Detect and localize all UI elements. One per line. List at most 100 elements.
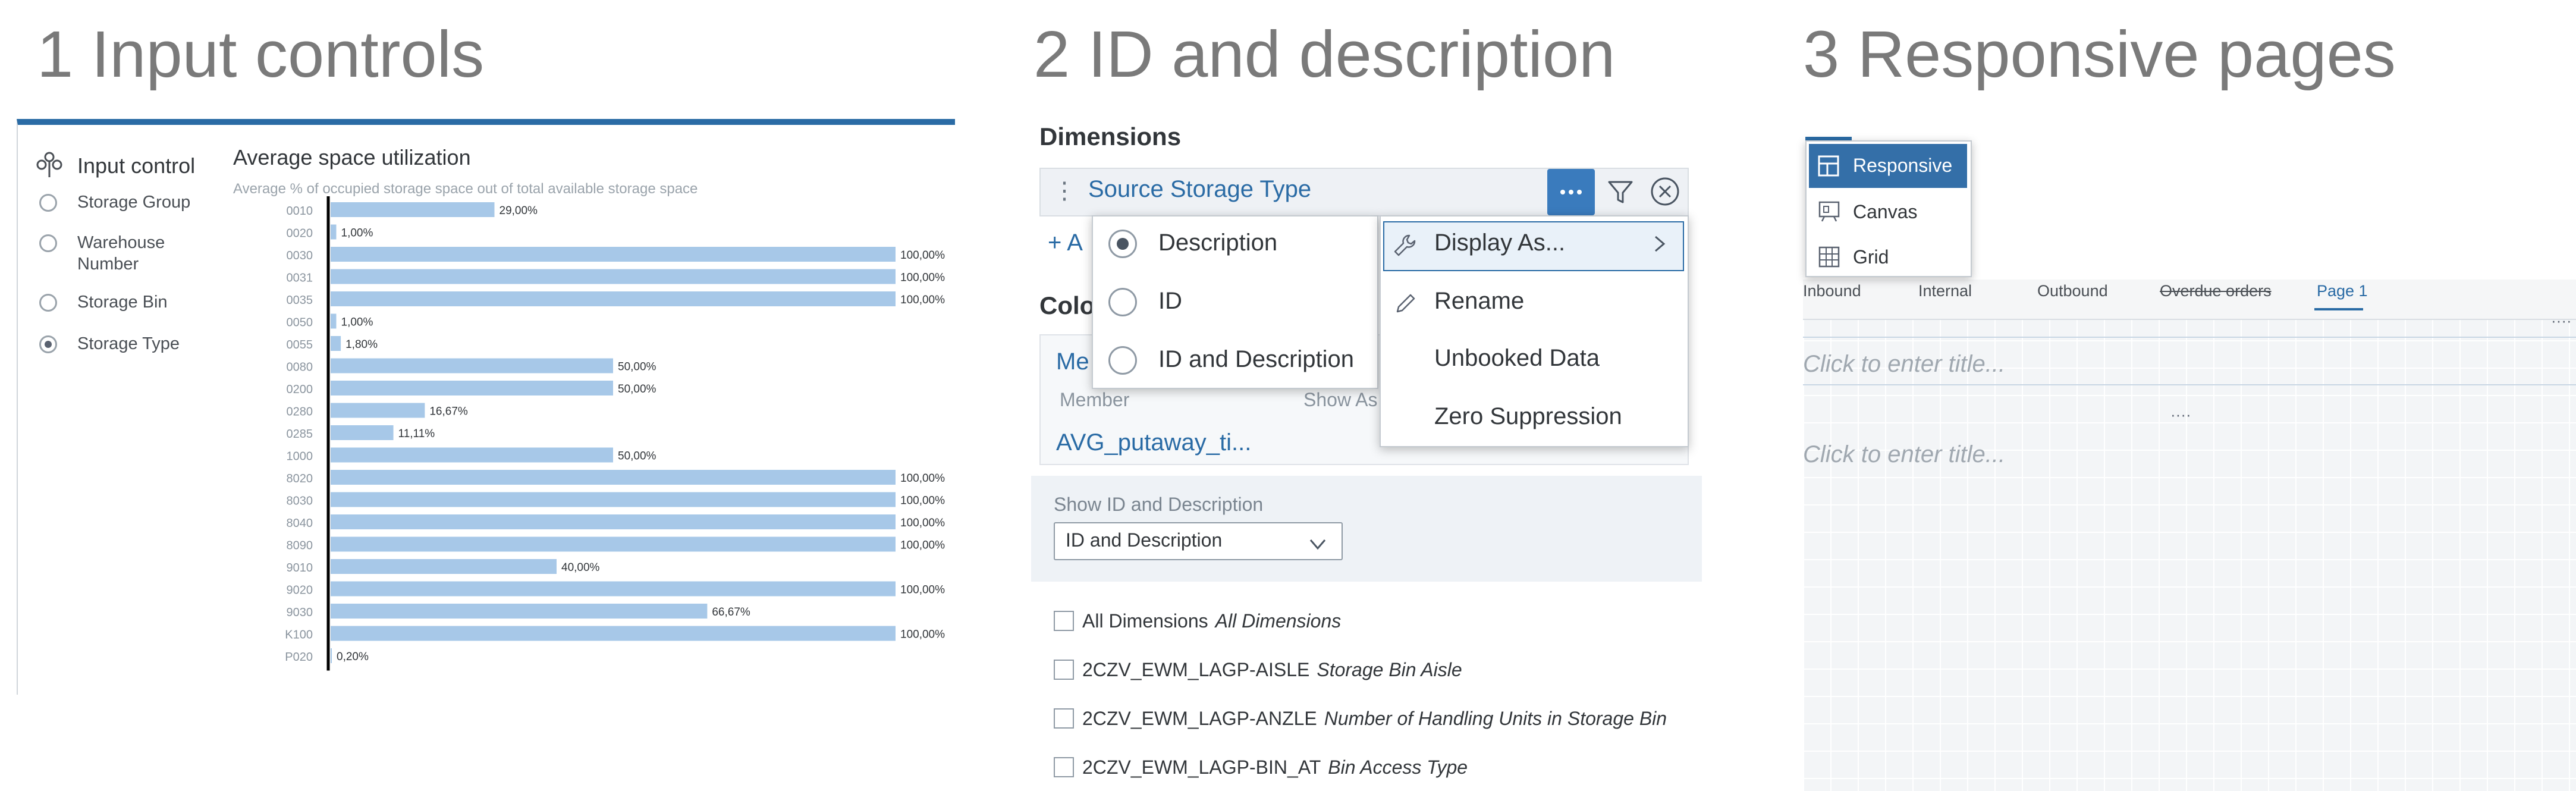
dimension-id: All Dimensions [1082,610,1208,632]
drag-handle-icon[interactable]: ⋮ [1053,177,1076,205]
pencil-icon [1396,294,1415,313]
radio-button[interactable] [1108,288,1137,316]
tab-internal[interactable]: Internal [1918,282,1972,300]
data-label: 100,00% [900,272,945,284]
menu-item-unbooked-data[interactable]: Unbooked Data [1434,345,1600,372]
bar-chart: 0010 29,00% 0020 1,00% 0030 100,00% 0031 100,00… [285,196,945,671]
title-placeholder[interactable]: Click to enter title... [1803,351,2005,378]
category-label: 0285 [287,428,313,441]
bar[interactable] [331,604,708,619]
data-label: 50,00% [618,383,656,396]
dimension-description: Storage Bin Aisle [1317,659,1462,680]
tab-inbound[interactable]: Inbound [1803,282,1861,300]
bar[interactable] [331,224,337,240]
id-description-selected-value[interactable]: ID and Description [1066,529,1222,551]
dimension-description: Number of Handling Units in Storage Bin [1324,708,1667,729]
data-label: 50,00% [618,361,656,373]
checkbox[interactable] [1054,660,1074,680]
data-label: 16,67% [429,406,468,418]
remove-icon[interactable] [1648,175,1682,208]
bar[interactable] [331,514,896,529]
id-description-label: Show ID and Description [1054,494,1264,515]
menu-item-zero-suppression[interactable]: Zero Suppression [1434,403,1622,430]
measure-title: Me [1056,349,1089,375]
input-option-label-line2: Number [77,255,139,274]
tab-overdue-orders[interactable]: Overdue orders [2160,282,2272,300]
bar[interactable] [331,492,896,507]
category-label: 0280 [287,406,313,419]
title-placeholder[interactable]: Click to enter title... [1803,441,2005,468]
bar[interactable] [331,336,341,351]
data-label: 100,00% [900,584,945,597]
resize-handle-icon[interactable]: ···· [2170,406,2191,424]
bar[interactable] [331,381,613,396]
data-label: 0,20% [337,651,369,663]
category-label: 0080 [287,361,313,374]
more-icon[interactable]: ···· [2551,312,2572,330]
dimension-checkbox-row[interactable]: 2CZV_EWM_LAGP-ANZLE Number of Handling Un… [1054,708,1667,730]
bar[interactable] [331,447,613,463]
bar[interactable] [331,291,896,306]
category-label: 0035 [287,294,313,307]
display-option-label: ID [1158,288,1182,314]
tab-outbound[interactable]: Outbound [2037,282,2108,300]
chevron-right-icon [1655,236,1666,252]
dimension-name[interactable]: Source Storage Type [1088,176,1311,203]
menu-item-label[interactable]: Display As... [1434,230,1565,256]
add-dimension-link[interactable]: + A [1048,230,1083,256]
member-value[interactable]: AVG_putaway_ti... [1056,429,1251,456]
layout-option-grid[interactable]: Grid [1853,246,1889,268]
bar[interactable] [331,269,896,284]
input-control-story-panel: Input control Storage Group Warehouse Nu… [17,119,955,695]
layout-option-canvas[interactable]: Canvas [1853,201,1918,223]
divider [1803,384,2576,385]
bar[interactable] [331,202,495,217]
bar[interactable] [331,313,337,329]
bar[interactable] [331,425,394,440]
more-options-button[interactable] [1547,169,1595,215]
category-label: 0031 [287,272,313,285]
tab-page-1[interactable]: Page 1 [2317,282,2368,300]
bar[interactable] [331,470,896,485]
checkbox[interactable] [1054,757,1074,777]
category-label: 0030 [287,249,313,262]
layout-option-label[interactable]: Responsive [1853,155,1952,177]
display-as-popup: Description ID ID and Description [1092,215,1378,389]
dimension-checkbox-row[interactable]: 2CZV_EWM_LAGP-BIN_AT Bin Access Type [1054,757,1468,779]
input-control-icon [36,152,62,177]
radio-button-selected[interactable] [39,335,57,353]
radio-button[interactable] [39,294,57,312]
radio-button[interactable] [39,234,57,252]
input-control-title: Input control [77,153,196,178]
dimension-checkbox-row[interactable]: All Dimensions All Dimensions [1054,610,1341,632]
radio-button-selected[interactable] [1108,230,1137,258]
category-label: 9020 [287,584,313,597]
bar[interactable] [331,247,896,262]
bar[interactable] [331,358,613,373]
category-label: 8090 [287,539,313,553]
bar[interactable] [331,559,557,574]
bar[interactable] [331,403,425,418]
input-option-label-line1: Warehouse [77,233,165,252]
data-label: 11,11% [398,428,435,440]
bar[interactable] [331,648,332,663]
radio-button[interactable] [39,194,57,212]
filter-icon[interactable] [1606,177,1635,207]
bar[interactable] [331,626,896,641]
input-option-label: Storage Group [77,193,191,212]
canvas-icon [1818,201,1840,222]
category-label: 8030 [287,495,313,508]
dimension-checkbox-row[interactable]: 2CZV_EWM_LAGP-AISLE Storage Bin Aisle [1054,659,1462,681]
data-label: 100,00% [900,539,945,552]
checkbox[interactable] [1054,611,1074,631]
bar[interactable] [331,581,896,597]
data-label: 29,00% [500,205,538,217]
menu-item-rename[interactable]: Rename [1434,288,1524,315]
category-label: 1000 [287,450,313,463]
bar[interactable] [331,536,896,552]
data-label: 100,00% [900,294,945,306]
section-title-id-description: 2 ID and description [1033,18,1616,91]
chevron-down-icon[interactable] [1307,533,1328,554]
checkbox[interactable] [1054,708,1074,729]
radio-button[interactable] [1108,346,1137,375]
